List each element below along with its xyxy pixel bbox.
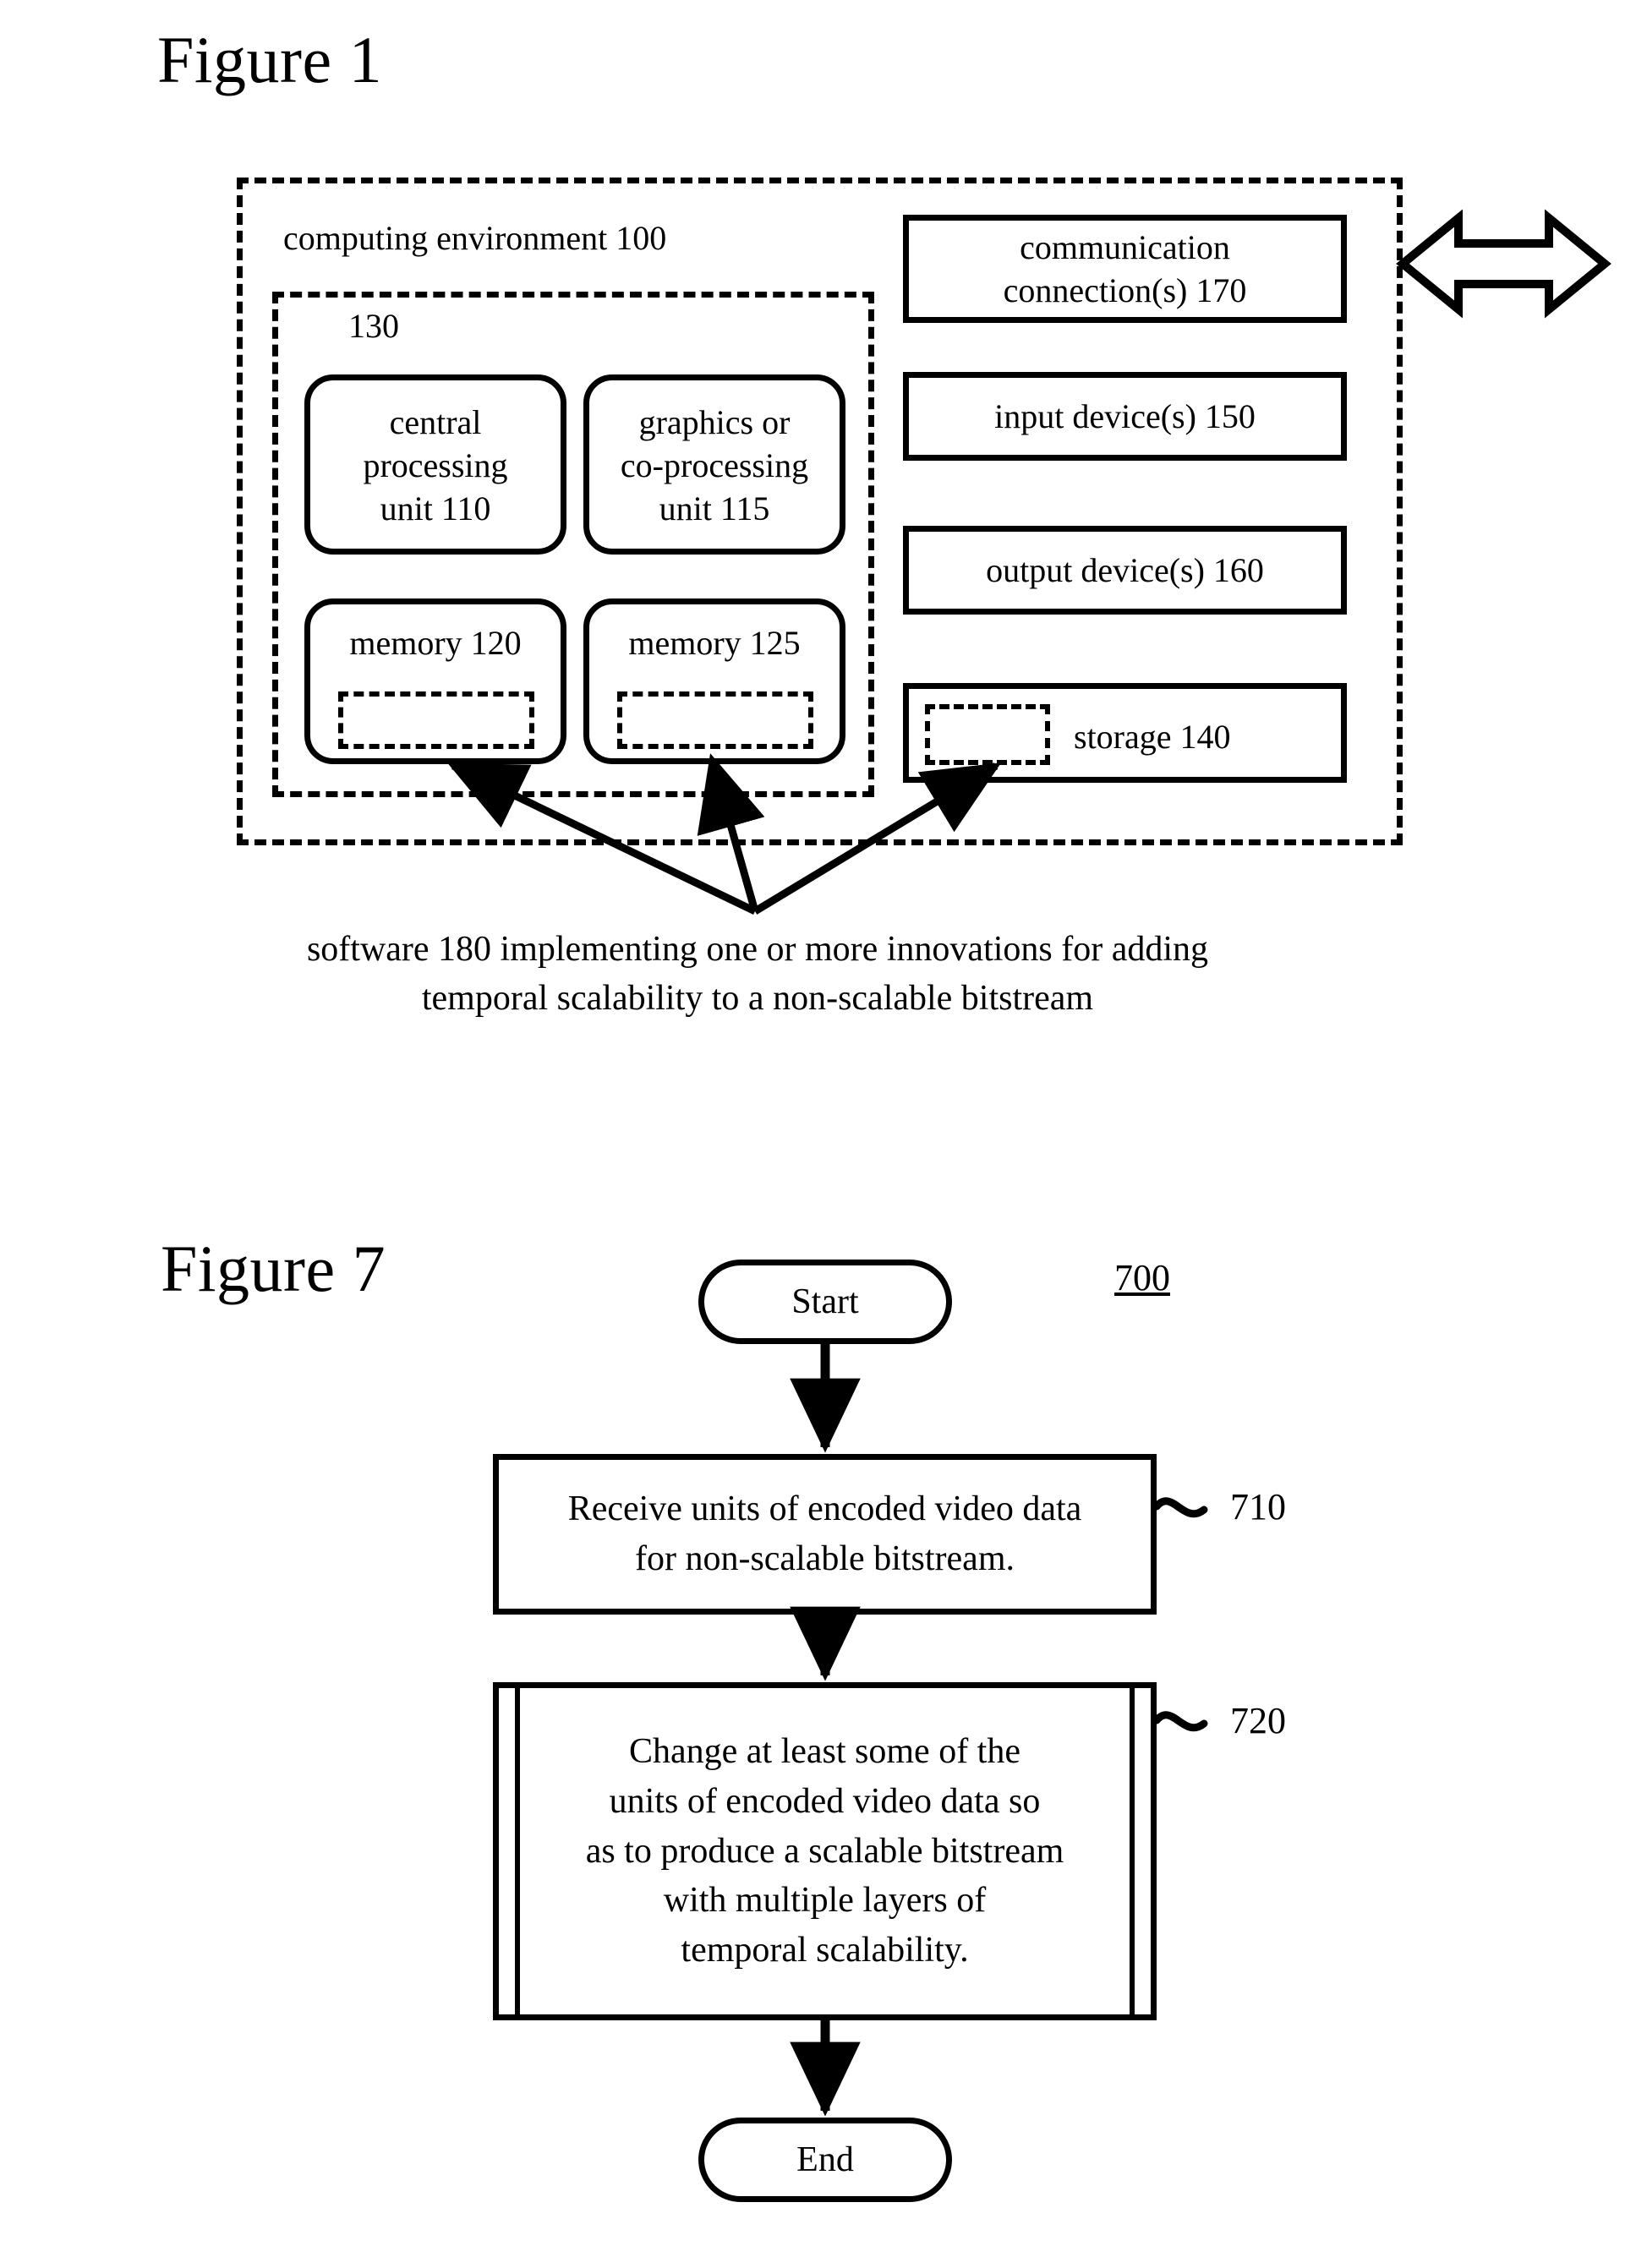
reference-leader-710 <box>1152 1497 1208 1518</box>
central-processing-unit-box: central processing unit 110 <box>304 374 566 555</box>
software-caption-line-1: software 180 implementing one or more in… <box>306 930 1209 969</box>
output-devices-box: output device(s) 160 <box>903 526 1347 615</box>
step-710-line-1: Receive units of encoded video data <box>567 1489 1082 1529</box>
output-devices-label: output device(s) 160 <box>986 550 1264 589</box>
step-710-line-2: for non-scalable bitstream. <box>634 1539 1015 1578</box>
step-reference-710: 710 <box>1230 1486 1286 1527</box>
step-720-line-5: temporal scalability. <box>681 1931 969 1970</box>
step-reference-720: 720 <box>1230 1700 1286 1741</box>
flowchart-end-node: End <box>698 2118 952 2202</box>
communication-connections-box: communication connection(s) 170 <box>903 215 1347 323</box>
memory-125-label: memory 125 <box>628 624 801 662</box>
software-region-in-storage <box>925 704 1050 765</box>
storage-label: storage 140 <box>1074 718 1231 756</box>
memory-120-label: memory 120 <box>349 624 522 662</box>
cpu-line-2: processing <box>363 446 508 485</box>
start-label: Start <box>791 1282 859 1321</box>
step-720-line-4: with multiple layers of <box>663 1881 987 1921</box>
software-region-in-memory-125 <box>617 691 813 749</box>
reference-leader-720 <box>1152 1711 1208 1732</box>
step-720-line-3: as to produce a scalable bitstream <box>585 1831 1064 1871</box>
software-region-in-memory-120 <box>338 691 534 749</box>
cpu-line-1: central <box>389 403 482 441</box>
flowchart-start-node: Start <box>698 1260 952 1344</box>
step-720-line-2: units of encoded video data so <box>609 1781 1041 1821</box>
computing-environment-label: computing environment 100 <box>283 219 667 257</box>
communication-double-arrow-icon <box>1396 209 1611 319</box>
step-720-line-1: Change at least some of the <box>628 1732 1020 1771</box>
figure-1-title: Figure 1 <box>157 23 383 96</box>
comm-line-2: connection(s) 170 <box>1003 271 1247 309</box>
software-caption: software 180 implementing one or more in… <box>157 926 1358 1024</box>
end-label: End <box>796 2140 854 2179</box>
gpu-line-2: co-processing <box>620 446 809 485</box>
input-devices-label: input device(s) 150 <box>994 396 1256 435</box>
graphics-processing-unit-box: graphics or co-processing unit 115 <box>583 374 845 555</box>
flowchart-step-710: Receive units of encoded video data for … <box>493 1454 1157 1615</box>
input-devices-box: input device(s) 150 <box>903 372 1347 461</box>
comm-line-1: communication <box>1020 227 1230 266</box>
cpu-line-3: unit 110 <box>380 489 491 528</box>
figure-7-title: Figure 7 <box>161 1232 386 1305</box>
gpu-line-1: graphics or <box>638 403 791 441</box>
flow-reference-700: 700 <box>1114 1257 1170 1298</box>
flowchart-step-720: Change at least some of the units of enc… <box>493 1682 1157 2020</box>
processing-group-label: 130 <box>348 307 399 345</box>
software-caption-line-2: temporal scalability to a non-scalable b… <box>421 978 1094 1018</box>
gpu-line-3: unit 115 <box>659 489 770 528</box>
